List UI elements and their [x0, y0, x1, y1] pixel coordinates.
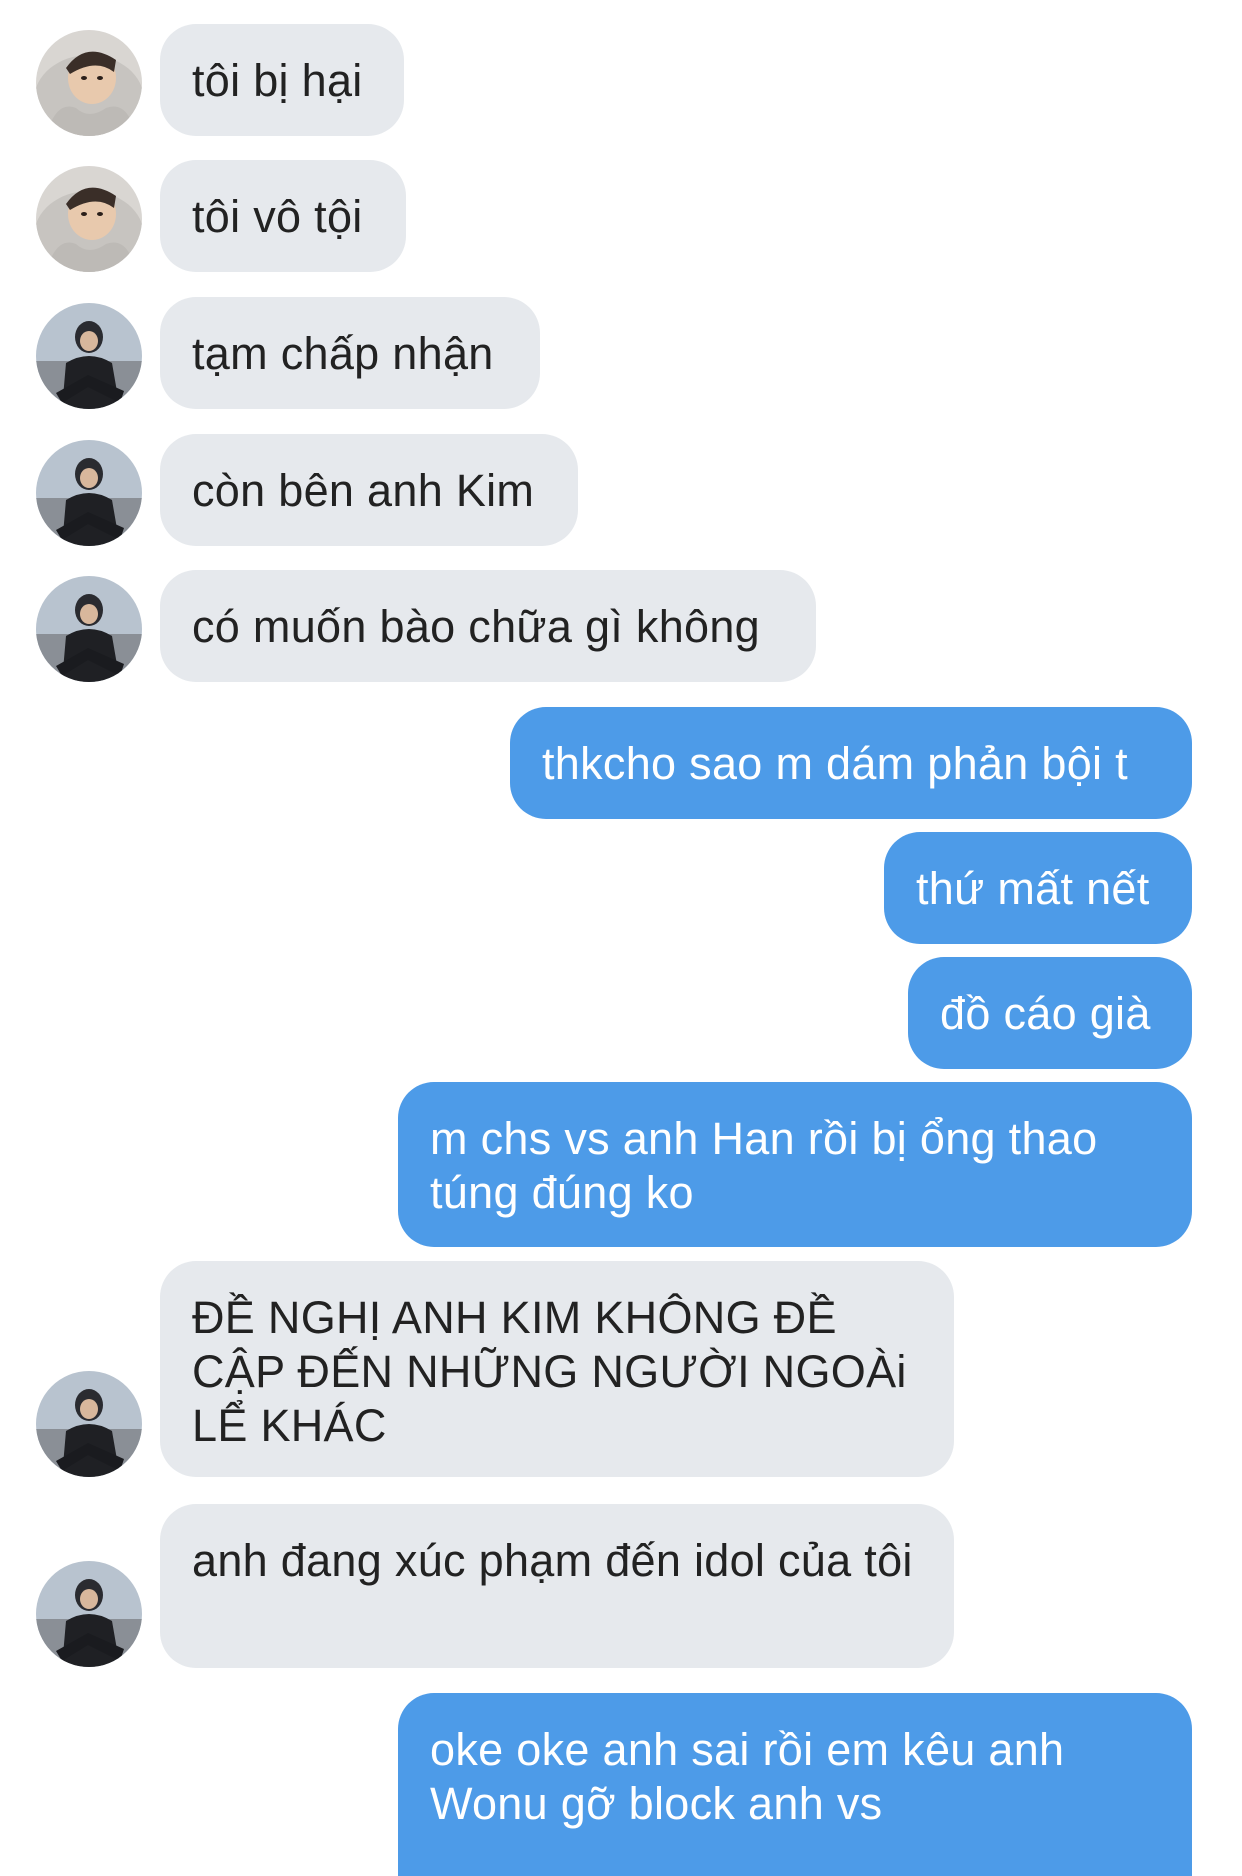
avatar-dark-icon	[36, 576, 142, 682]
avatar[interactable]	[36, 30, 142, 136]
avatar-dark-icon	[36, 303, 142, 409]
incoming-message-bubble[interactable]: tôi vô tội	[160, 160, 406, 272]
outgoing-message-bubble[interactable]: thứ mất nết	[884, 832, 1192, 944]
outgoing-message-bubble[interactable]: thkcho sao m dám phản bội t	[510, 707, 1192, 819]
incoming-message-bubble[interactable]: tôi bị hại	[160, 24, 404, 136]
outgoing-message-bubble[interactable]: oke oke anh sai rồi em kêu anh Wonu gỡ b…	[398, 1693, 1192, 1876]
avatar-dark-icon	[36, 1561, 142, 1667]
avatar-hood-icon	[36, 30, 142, 136]
incoming-message-bubble[interactable]: anh đang xúc phạm đến idol của tôi	[160, 1504, 954, 1668]
avatar[interactable]	[36, 576, 142, 682]
chat-thread: tôi bị hại tôi vô tội tạm chấp nhận còn …	[0, 0, 1242, 1876]
avatar-dark-icon	[36, 1371, 142, 1477]
outgoing-message-bubble[interactable]: m chs vs anh Han rồi bị ổng thao túng đú…	[398, 1082, 1192, 1247]
avatar[interactable]	[36, 1561, 142, 1667]
avatar[interactable]	[36, 166, 142, 272]
incoming-message-bubble[interactable]: ĐỀ NGHỊ ANH KIM KHÔNG ĐỀ CẬP ĐẾN NHỮNG N…	[160, 1261, 954, 1477]
avatar[interactable]	[36, 303, 142, 409]
avatar[interactable]	[36, 1371, 142, 1477]
avatar[interactable]	[36, 440, 142, 546]
incoming-message-bubble[interactable]: tạm chấp nhận	[160, 297, 540, 409]
incoming-message-bubble[interactable]: còn bên anh Kim	[160, 434, 578, 546]
incoming-message-bubble[interactable]: có muốn bào chữa gì không	[160, 570, 816, 682]
avatar-hood-icon	[36, 166, 142, 272]
avatar-dark-icon	[36, 440, 142, 546]
outgoing-message-bubble[interactable]: đồ cáo già	[908, 957, 1192, 1069]
